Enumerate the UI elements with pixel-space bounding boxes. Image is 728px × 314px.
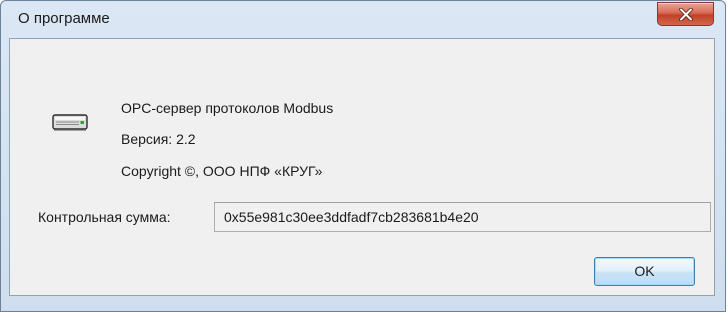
copyright-text: Copyright ©, ООО НПФ «КРУГ» [121,163,323,179]
device-icon [52,112,88,137]
product-name: OPC-сервер протоколов Modbus [121,100,334,116]
title-bar[interactable]: О программе [1,1,725,37]
checksum-field[interactable]: 0x55e981c30ee3ddfadf7cb283681b4e20 [214,202,711,232]
close-button[interactable] [657,2,714,26]
product-version: Версия: 2.2 [121,131,196,147]
window-title: О программе [18,10,110,27]
close-icon [679,8,693,21]
ok-button[interactable]: OK [594,257,695,286]
checksum-label: Контрольная сумма: [38,209,171,225]
dialog-content: OPC-сервер протоколов Modbus Версия: 2.2… [9,38,715,296]
about-dialog-window: О программе OPC-сервер протоколов Modbus… [0,0,726,312]
